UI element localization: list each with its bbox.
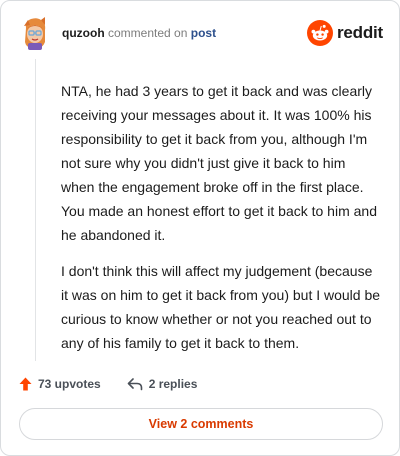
comment-paragraph: NTA, he had 3 years to get it back and w… — [61, 83, 377, 243]
avatar[interactable] — [19, 16, 51, 50]
reddit-logo[interactable]: reddit — [306, 20, 383, 46]
reddit-wordmark: reddit — [336, 23, 383, 42]
upvote-count: 73 upvotes — [38, 377, 101, 391]
reddit-logo-icon — [306, 20, 333, 46]
upvote-arrow-icon — [19, 377, 32, 391]
username-link[interactable]: quzooh — [62, 26, 105, 40]
avatar-icon — [24, 17, 46, 50]
comment-card: quzooh commented on post reddit NTA, he … — [0, 0, 400, 456]
comment-actions: 73 upvotes 2 replies — [19, 375, 223, 393]
comment-body: NTA, he had 3 years to get it back and w… — [61, 79, 381, 367]
commented-on-text: commented on — [108, 26, 188, 40]
comment-paragraph: I don't think this will affect my judgem… — [61, 263, 381, 351]
upvote-button[interactable]: 73 upvotes — [19, 377, 101, 391]
post-link[interactable]: post — [191, 26, 216, 40]
comment-header: quzooh commented on post reddit — [19, 16, 383, 52]
reply-button[interactable]: 2 replies — [127, 377, 198, 391]
reply-arrow-icon — [127, 378, 143, 391]
thread-line — [35, 59, 36, 361]
comment-meta: quzooh commented on post — [62, 26, 216, 40]
view-comments-button[interactable]: View 2 comments — [19, 408, 383, 440]
reply-count: 2 replies — [148, 377, 198, 391]
